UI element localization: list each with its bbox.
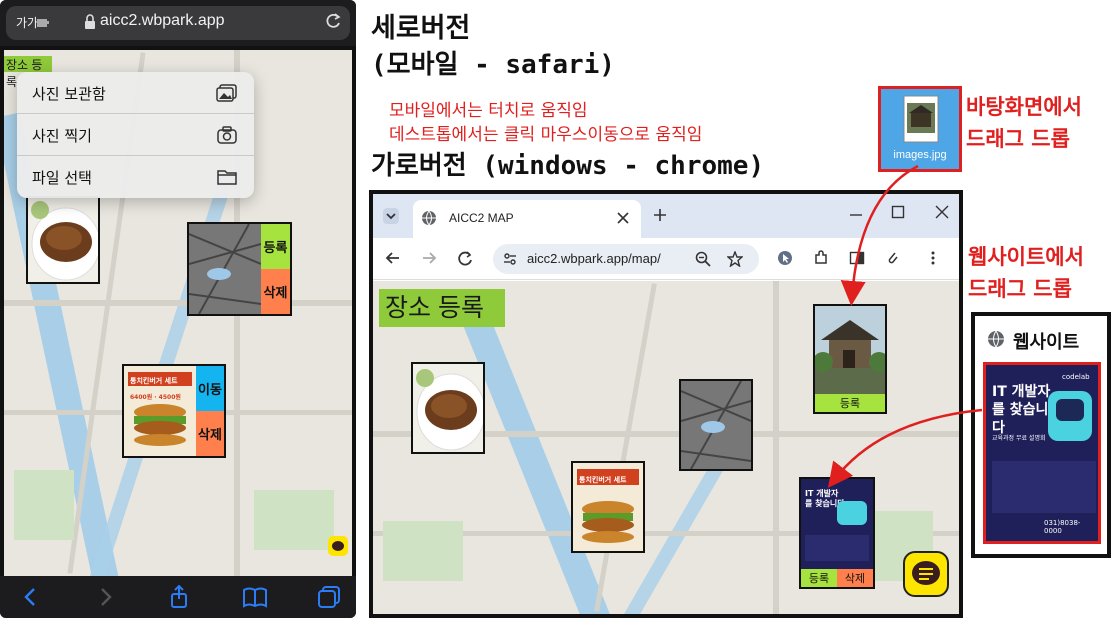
window-close-icon[interactable]: [935, 205, 949, 219]
building-photo: [813, 306, 889, 394]
burger-title: 통치킨버거 세트: [130, 377, 178, 385]
minimize-icon[interactable]: [849, 208, 863, 222]
lock-icon: [85, 14, 95, 29]
burger-title: 통치킨버거 세트: [579, 476, 627, 484]
cursor-extension-icon[interactable]: [777, 250, 793, 266]
menu-item-take-photo[interactable]: 사진 찍기: [17, 114, 254, 156]
website-title: 웹사이트: [1013, 332, 1080, 353]
folder-icon: [217, 170, 237, 185]
url-text: aicc2.wbpark.app/map/: [527, 251, 661, 266]
reload-icon[interactable]: [457, 250, 473, 266]
tab-title: AICC2 MAP: [449, 211, 514, 225]
safari-bottom-toolbar: [0, 576, 356, 618]
reload-icon[interactable]: [324, 12, 342, 30]
chrome-tab-bar: AICC2 MAP: [373, 194, 959, 238]
bookmark-star-icon[interactable]: [727, 251, 743, 267]
poster-photo-card[interactable]: IT 개발자를 찾습니다 등록 삭제: [799, 477, 875, 589]
map-view[interactable]: 장소 등록 등록 통치킨버거 세트 IT 개발자를 찾습니다 등록 삭제: [373, 281, 959, 614]
active-tab[interactable]: AICC2 MAP: [413, 200, 641, 238]
forward-icon[interactable]: [421, 250, 437, 266]
back-icon[interactable]: [385, 250, 401, 266]
image-file-icon: [903, 95, 939, 143]
place-register-button[interactable]: 장소 등록: [4, 56, 52, 89]
menu-label: 파일 선택: [32, 169, 92, 187]
building-photo-card[interactable]: 등록: [813, 304, 889, 414]
landscape-title: 가로버전 (windows - chrome): [371, 151, 765, 181]
poster-subtitle: 교육과정 무료 설명회: [992, 435, 1046, 442]
extensions-icon[interactable]: [813, 250, 829, 266]
note-line-2: 데스트톱에서는 클릭 마우스이동으로 움직임: [389, 125, 703, 145]
note-line-1: 모바일에서는 터치로 움직임: [389, 101, 588, 121]
web-drop-label-2: 드래그 드롭: [968, 277, 1072, 301]
delete-tag[interactable]: 삭제: [196, 411, 224, 456]
camera-icon: [217, 126, 237, 144]
burger-photo-card[interactable]: 통치킨버거 세트: [571, 461, 645, 553]
web-drop-label-1: 웹사이트에서: [968, 245, 1084, 269]
bird-photo: [189, 224, 261, 314]
website-panel: 웹사이트 codelab IT 개발자를 찾습니다 교육과정 무료 설명회 03…: [971, 312, 1111, 558]
food-photo: [413, 364, 486, 452]
close-tab-icon[interactable]: [617, 212, 629, 224]
side-panel-icon[interactable]: [849, 250, 865, 266]
food-photo-card[interactable]: [411, 362, 486, 454]
desktop-file-icon[interactable]: images.jpg: [878, 86, 962, 172]
desktop-drop-label-1: 바탕화면에서: [966, 95, 1082, 119]
menu-item-choose-file[interactable]: 파일 선택: [17, 156, 254, 198]
url-text: aicc2.wbpark.app: [100, 12, 225, 29]
share-icon[interactable]: [166, 584, 192, 610]
menu-label: 사진 찍기: [32, 127, 92, 145]
food-photo: [28, 198, 101, 282]
move-tag[interactable]: 이동: [196, 366, 224, 411]
menu-item-photo-library[interactable]: 사진 보관함: [17, 72, 254, 114]
bird-photo-card[interactable]: 등록 삭제: [187, 222, 292, 316]
poster-phone: 031)8038-0000: [1044, 519, 1081, 535]
globe-icon: [422, 210, 436, 226]
new-tab-icon[interactable]: [653, 208, 667, 222]
zoom-icon[interactable]: [695, 251, 711, 267]
it-poster-image[interactable]: codelab IT 개발자를 찾습니다 교육과정 무료 설명회 031)803…: [983, 362, 1101, 544]
delete-tag[interactable]: 삭제: [837, 569, 873, 587]
clip-icon[interactable]: [885, 250, 901, 266]
menu-label: 사진 보관함: [32, 85, 106, 103]
register-tag[interactable]: 등록: [261, 224, 290, 269]
file-picker-menu: 사진 보관함 사진 찍기 파일 선택: [17, 72, 254, 198]
forward-icon[interactable]: [92, 584, 118, 610]
kakao-chat-icon[interactable]: [328, 536, 348, 556]
desktop-drop-label-2: 드래그 드롭: [966, 127, 1070, 151]
delete-tag[interactable]: 삭제: [261, 269, 290, 314]
it-poster-photo: IT 개발자를 찾습니다: [801, 479, 873, 569]
portrait-subtitle: (모바일 - safari): [371, 50, 615, 80]
text-size-button[interactable]: 가가: [16, 14, 38, 31]
file-label: images.jpg: [893, 149, 947, 161]
burger-price: 6400원 · 4500원: [130, 394, 181, 401]
puzzle-icon: [37, 19, 49, 27]
burger-photo-card[interactable]: 통치킨버거 세트 6400원 · 4500원 이동 삭제: [122, 364, 226, 458]
food-photo-card[interactable]: [26, 196, 101, 284]
safari-address-bar: 가가 aicc2.wbpark.app: [0, 0, 356, 46]
bird-photo: [680, 380, 752, 470]
site-settings-icon[interactable]: [503, 252, 517, 266]
back-icon[interactable]: [18, 584, 44, 610]
register-tag[interactable]: 등록: [815, 394, 885, 412]
bird-photo-card[interactable]: [679, 379, 753, 471]
place-register-button[interactable]: 장소 등록: [379, 289, 505, 327]
poster-brand: codelab: [1062, 373, 1090, 381]
photo-library-icon: [216, 84, 237, 102]
register-tag[interactable]: 등록: [801, 569, 837, 587]
tabs-icon[interactable]: [316, 584, 342, 610]
kakao-chat-icon[interactable]: [903, 551, 949, 597]
maximize-icon[interactable]: [891, 205, 905, 219]
globe-icon: [988, 330, 1004, 348]
bookmarks-icon[interactable]: [242, 584, 268, 610]
portrait-title: 세로버전: [371, 13, 471, 44]
more-menu-icon[interactable]: [925, 250, 941, 266]
chrome-window: AICC2 MAP aicc2.wbpark.app/map/ 장소 등록 등록…: [369, 190, 963, 618]
address-field[interactable]: aicc2.wbpark.app/map/: [493, 244, 759, 274]
chrome-toolbar: aicc2.wbpark.app/map/: [373, 238, 959, 280]
mobile-safari-screenshot: 가가 aicc2.wbpark.app 장소 등록 등록 삭제 통치킨버거 세트…: [0, 0, 356, 618]
tab-search-icon[interactable]: [383, 208, 399, 224]
